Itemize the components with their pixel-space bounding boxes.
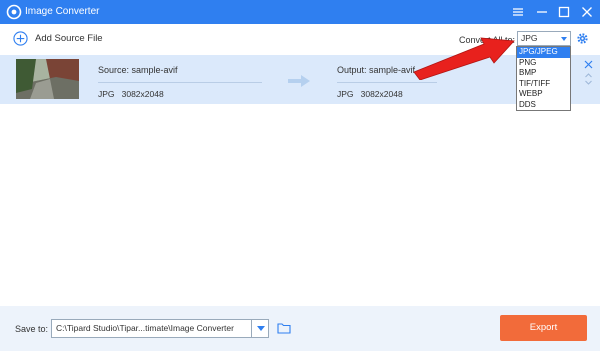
bottom-bar: Save to: C:\Tipard Studio\Tipar...timate… bbox=[0, 306, 600, 351]
format-option[interactable]: BMP bbox=[517, 68, 570, 79]
close-icon[interactable] bbox=[578, 3, 596, 21]
toolbar: Add Source File Convert All to: bbox=[0, 24, 600, 54]
title-bar: Image Converter bbox=[0, 0, 600, 24]
convert-all-format-select[interactable]: JPG bbox=[517, 31, 571, 46]
format-option[interactable]: DDS bbox=[517, 100, 570, 111]
save-to-label: Save to: bbox=[15, 324, 49, 334]
output-format: JPG bbox=[337, 89, 354, 99]
arrow-right-icon bbox=[288, 75, 310, 87]
add-icon bbox=[13, 31, 28, 46]
source-format: JPG bbox=[98, 89, 115, 99]
selected-format: JPG bbox=[521, 33, 538, 43]
caret-down-icon bbox=[561, 37, 567, 41]
convert-all-label: Convert All to: bbox=[459, 35, 516, 45]
source-meta: JPG 3082x2048 bbox=[98, 89, 164, 99]
format-dropdown[interactable]: JPG/JPEG PNG BMP TIF/TIFF WEBP DDS bbox=[516, 46, 571, 111]
format-option[interactable]: JPG/JPEG bbox=[517, 47, 570, 58]
app-logo-icon bbox=[6, 4, 22, 20]
format-option[interactable]: PNG bbox=[517, 58, 570, 69]
remove-icon[interactable] bbox=[584, 60, 593, 69]
source-name: Source: sample-avif bbox=[98, 65, 178, 75]
save-path-input[interactable]: C:\Tipard Studio\Tipar...timate\Image Co… bbox=[51, 319, 269, 338]
add-source-button[interactable]: Add Source File bbox=[13, 31, 103, 46]
minimize-icon[interactable] bbox=[533, 3, 551, 21]
gear-icon[interactable] bbox=[576, 32, 589, 45]
file-item[interactable]: Source: sample-avif JPG 3082x2048 Output… bbox=[0, 55, 600, 104]
add-source-label: Add Source File bbox=[35, 33, 103, 44]
maximize-icon[interactable] bbox=[555, 3, 573, 21]
format-option[interactable]: TIF/TIFF bbox=[517, 79, 570, 90]
caret-down-icon bbox=[257, 326, 265, 331]
window-title: Image Converter bbox=[25, 6, 100, 17]
divider bbox=[337, 82, 437, 83]
output-name: Output: sample-avif bbox=[337, 65, 416, 75]
reorder-icon[interactable] bbox=[584, 72, 593, 86]
menu-icon[interactable] bbox=[509, 3, 527, 21]
output-meta: JPG 3082x2048 bbox=[337, 89, 403, 99]
save-path-dropdown[interactable] bbox=[251, 319, 269, 338]
thumbnail bbox=[16, 59, 79, 99]
format-option[interactable]: WEBP bbox=[517, 89, 570, 100]
save-path-value: C:\Tipard Studio\Tipar...timate\Image Co… bbox=[56, 323, 234, 333]
export-button[interactable]: Export bbox=[500, 315, 587, 341]
output-resolution: 3082x2048 bbox=[360, 89, 403, 99]
folder-icon[interactable] bbox=[277, 322, 291, 334]
divider bbox=[98, 82, 262, 83]
source-resolution: 3082x2048 bbox=[121, 89, 164, 99]
